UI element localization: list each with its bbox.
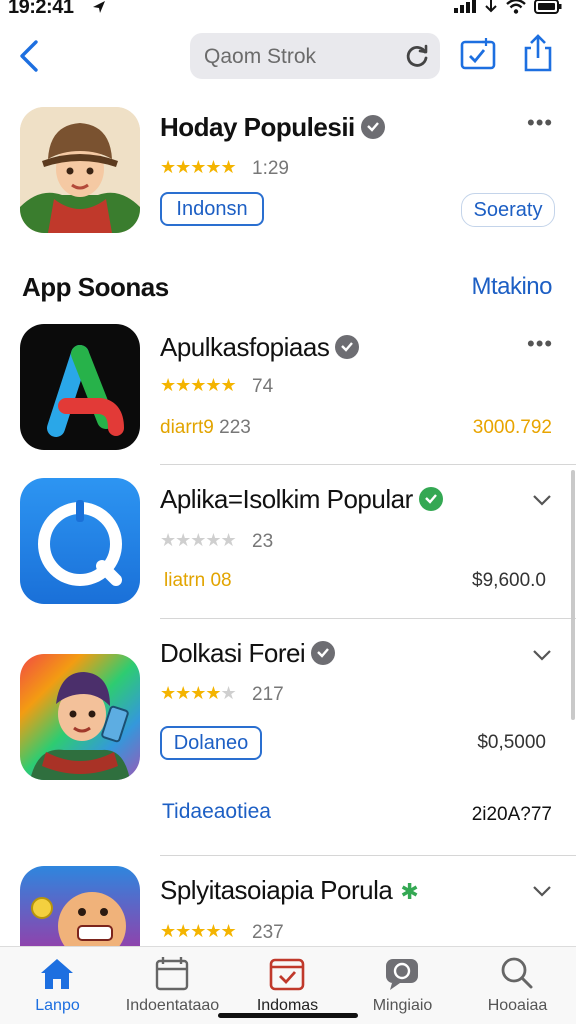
wifi-icon (506, 0, 526, 14)
get-button[interactable]: Dolaneo (160, 726, 262, 760)
character-illustration-icon (20, 107, 140, 233)
search-field[interactable]: Qaom Strok (190, 33, 440, 79)
app-link-3[interactable]: Tidaeaotiea (162, 800, 271, 824)
rating-count: 217 (252, 684, 284, 705)
app-icon-2[interactable] (20, 478, 140, 604)
location-arrow-icon (93, 1, 105, 13)
star-rating: ★★★★★ (160, 375, 237, 395)
app-icon-3[interactable] (20, 654, 140, 780)
chevron-down-icon[interactable] (530, 488, 554, 512)
verified-badge-icon (311, 641, 336, 666)
star-rating: ★★★★★ (160, 683, 237, 703)
star-rating: ★★★★★ (160, 530, 237, 550)
nav-bar: Qaom Strok (0, 30, 576, 82)
tab-calendar[interactable]: Indoentataao (115, 947, 230, 1024)
circle-logo-icon (38, 500, 122, 586)
app-meta-1: diarrt9 223 (160, 417, 251, 439)
sparkle-icon: ✱ (400, 879, 419, 904)
tab-label: Hooaiaa (487, 997, 548, 1014)
tab-label: Indoentataao (125, 997, 220, 1014)
more-options-button[interactable]: ••• (527, 110, 553, 136)
tab-search[interactable]: Hooaiaa (460, 947, 575, 1024)
a-logo-icon (47, 345, 124, 437)
featured-app-title[interactable]: Hoday Populesii (160, 112, 385, 143)
app-title-3[interactable]: Dolkasi Forei (160, 638, 336, 669)
more-options-button[interactable]: ••• (527, 331, 553, 357)
app-title-2[interactable]: Aplika=Isolkim Popular (160, 484, 443, 515)
app-icon-4[interactable] (20, 866, 140, 946)
tab-home[interactable]: Lanpo (0, 947, 115, 1024)
divider (160, 464, 576, 465)
signal-icon (454, 0, 476, 13)
share-button[interactable] (520, 34, 556, 72)
checklist-icon (460, 38, 496, 70)
section-title: App Soonas (22, 272, 169, 302)
app-price-3-secondary: 2i20A?77 (471, 804, 552, 825)
chat-icon (386, 959, 418, 990)
get-button[interactable]: Indonsn (160, 192, 264, 226)
search-icon (501, 957, 533, 989)
download-arrow-icon (485, 0, 497, 13)
featured-app-icon[interactable] (20, 107, 140, 233)
battery-icon (534, 0, 562, 14)
app-icon-1[interactable] (20, 324, 140, 450)
verified-badge-icon (418, 487, 443, 512)
refresh-icon (406, 44, 428, 67)
app-price-2: $9,600.0 (472, 570, 546, 591)
app-meta-1-grey: 223 (219, 417, 251, 438)
app-meta-1-gold: diarrt9 (160, 417, 214, 438)
status-time: 19:2:41 (8, 0, 74, 18)
refresh-button[interactable] (404, 43, 430, 69)
home-icon (41, 959, 73, 989)
app-meta-2: liatrn 08 (164, 570, 232, 591)
chevron-down-icon[interactable] (530, 643, 554, 667)
category-chip[interactable]: Soeraty (461, 193, 555, 227)
star-rating: ★★★★★ (160, 157, 237, 177)
app-price-1: 3000.792 (472, 417, 552, 438)
share-icon (524, 34, 552, 72)
app-title-1[interactable]: Apulkasfopiaas (160, 332, 360, 363)
see-all-link[interactable]: Mtakino (471, 273, 552, 301)
app-title-4[interactable]: Splyitasoiapia Porula ✱ (160, 875, 419, 906)
rating-count: 23 (252, 531, 274, 552)
status-bar: 19:2:41 (0, 0, 576, 24)
divider (160, 618, 576, 619)
app-title-4-text: Splyitasoiapia Porula (160, 875, 393, 905)
verified-badge-icon (335, 335, 360, 360)
app-title-1-text: Apulkasfopiaas (160, 332, 330, 362)
divider (160, 855, 576, 856)
character-with-phone-icon (30, 672, 130, 780)
checklist-button[interactable] (460, 36, 496, 72)
home-indicator (218, 1013, 358, 1018)
status-icons (454, 0, 562, 14)
chevron-down-icon[interactable] (530, 879, 554, 903)
search-text: Qaom Strok (204, 45, 317, 68)
rating-count: 237 (252, 922, 284, 943)
scroll-indicator[interactable] (571, 470, 575, 720)
verified-badge-icon (360, 115, 385, 140)
calendar-icon (155, 957, 189, 991)
featured-app-title-text: Hoday Populesii (160, 112, 355, 142)
tab-label: Lanpo (35, 997, 80, 1014)
tab-chat[interactable]: Mingiaio (345, 947, 460, 1024)
star-rating: ★★★★★ (160, 921, 237, 941)
tab-label: Mingiaio (372, 997, 433, 1014)
back-button[interactable] (14, 38, 46, 74)
rating-count: 74 (252, 376, 274, 397)
app-title-2-text: Aplika=Isolkim Popular (160, 484, 413, 514)
check-calendar-icon (269, 958, 305, 991)
chevron-left-icon (20, 40, 38, 72)
app-title-3-text: Dolkasi Forei (160, 638, 306, 668)
app-price-3: $0,5000 (477, 732, 546, 753)
rating-count: 1:29 (252, 158, 289, 179)
character-face-icon (31, 892, 126, 946)
